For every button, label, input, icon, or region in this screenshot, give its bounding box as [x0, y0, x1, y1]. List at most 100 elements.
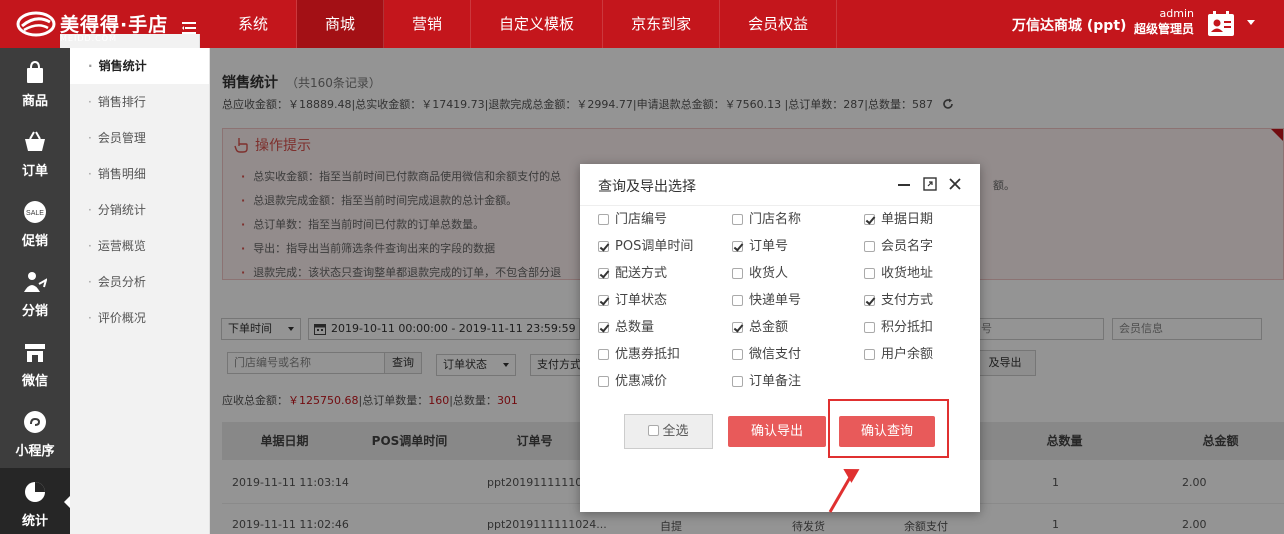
select-all-button[interactable]: 全选 — [624, 414, 713, 449]
sidebar-item-label: 商品 — [21, 94, 48, 109]
field-checkbox[interactable] — [732, 241, 743, 252]
sidebar-item[interactable]: 统计 — [0, 468, 70, 534]
field-label: 配送方式 — [615, 266, 668, 281]
field-checkbox[interactable] — [598, 322, 609, 333]
submenu-item[interactable]: 会员分析 — [70, 264, 209, 300]
submenu-item[interactable]: 会员管理 — [70, 120, 209, 156]
field-label: 总数量 — [615, 320, 655, 335]
field-label: 优惠券抵扣 — [615, 347, 681, 362]
sidebar-item[interactable]: 分销 — [0, 258, 70, 328]
person-share-icon — [24, 272, 47, 292]
field-label: 收货人 — [749, 266, 789, 281]
nav-item[interactable]: 京东到家 — [603, 0, 721, 48]
sub-menu: 销售统计销售排行会员管理销售明细分销统计运营概览会员分析评价概况 — [70, 48, 210, 534]
sidebar-item-label: 微信 — [21, 374, 48, 389]
field-checkbox[interactable] — [732, 322, 743, 333]
field-checkbox[interactable] — [864, 349, 875, 360]
user-name: admin — [1159, 7, 1194, 20]
sidebar-item[interactable]: 小程序 — [0, 398, 70, 468]
sidebar-item[interactable]: 商品 — [0, 48, 70, 118]
user-card-icon[interactable] — [1207, 11, 1235, 37]
store-name[interactable]: 万信达商城 (ppt) — [1012, 15, 1126, 35]
field-label: 支付方式 — [881, 293, 934, 308]
sidebar-item-label: 统计 — [21, 514, 48, 529]
brand-name: 美得得·手店 — [60, 14, 169, 36]
miniprogram-icon — [24, 411, 46, 433]
close-icon[interactable] — [947, 176, 963, 192]
top-bar: 美得得·手店 MEIDD.COM 系统 商城 营销 自定义模板 京东到家 会员权益 万信达… — [0, 0, 1284, 520]
field-checkbox[interactable] — [864, 214, 875, 225]
field-label: 微信支付 — [749, 347, 802, 362]
main-nav: 系统 商城 营销 自定义模板 京东到家 会员权益 — [210, 0, 838, 48]
sidebar-item-label: 订单 — [21, 164, 48, 179]
field-label: 订单状态 — [615, 293, 668, 308]
nav-item[interactable]: 系统 — [210, 0, 298, 48]
menu-toggle-icon[interactable] — [182, 22, 196, 34]
select-all-checkbox[interactable] — [648, 425, 660, 436]
svg-text:SALE: SALE — [26, 210, 44, 217]
field-label: 积分抵扣 — [881, 320, 934, 335]
highlight-box — [828, 399, 949, 458]
nav-item[interactable]: 商城 — [297, 0, 385, 48]
submenu-item[interactable]: 分销统计 — [70, 192, 209, 228]
maximize-icon[interactable] — [922, 176, 938, 192]
field-checkbox[interactable] — [598, 295, 609, 306]
field-checkbox[interactable] — [598, 214, 609, 225]
field-checkbox[interactable] — [598, 241, 609, 252]
query-export-dialog: 查询及导出选择 门店编号 门店名称 单据日期 POS调单时间 订单号 会员名字 配送方式 收货… — [580, 164, 980, 512]
dialog-header: 查询及导出选择 — [580, 164, 980, 206]
annotation-arrow-icon — [828, 469, 860, 513]
field-checkbox[interactable] — [864, 322, 875, 333]
field-checkbox[interactable] — [732, 376, 743, 387]
field-checkbox[interactable] — [732, 295, 743, 306]
field-checkbox[interactable] — [598, 349, 609, 360]
pie-chart-icon — [25, 482, 45, 502]
field-checkbox[interactable] — [732, 268, 743, 279]
field-checkbox[interactable] — [864, 295, 875, 306]
sidebar-item-label: 小程序 — [15, 444, 55, 459]
shop-icon — [25, 344, 45, 362]
sidebar-item[interactable]: 微信 — [0, 328, 70, 398]
field-label: 单据日期 — [881, 212, 934, 227]
left-sidebar: 商品订单 SALE 促销分销微信小程序统计 — [0, 48, 70, 534]
logo-swirl-icon — [16, 11, 56, 37]
logo[interactable]: 美得得·手店 MEIDD.COM — [16, 8, 206, 520]
field-checkbox[interactable] — [598, 268, 609, 279]
submenu-item[interactable]: 销售明细 — [70, 156, 209, 192]
user-role: 超级管理员 — [1133, 22, 1194, 36]
submenu-item[interactable]: 评价概况 — [70, 300, 209, 336]
sidebar-item-label: 促销 — [21, 234, 48, 249]
sidebar-item[interactable]: 订单 — [0, 118, 70, 188]
minimize-icon[interactable] — [896, 176, 912, 192]
user-dropdown-icon[interactable] — [1247, 20, 1255, 25]
submenu-item[interactable]: 销售排行 — [70, 84, 209, 120]
bag-icon — [27, 60, 43, 83]
sale-badge-icon: SALE — [24, 201, 46, 223]
field-checkbox[interactable] — [864, 268, 875, 279]
field-label: 快递单号 — [749, 293, 802, 308]
field-checkbox[interactable] — [732, 349, 743, 360]
field-label: POS调单时间 — [615, 239, 694, 254]
field-label: 收货地址 — [881, 266, 934, 281]
nav-item[interactable]: 营销 — [384, 0, 472, 48]
field-label: 优惠减价 — [615, 374, 668, 389]
confirm-export-button[interactable]: 确认导出 — [728, 416, 826, 447]
field-checkbox[interactable] — [732, 214, 743, 225]
submenu-item[interactable]: 运营概览 — [70, 228, 209, 264]
dialog-title: 查询及导出选择 — [598, 179, 696, 195]
select-all-label: 全选 — [662, 424, 689, 439]
field-label: 会员名字 — [881, 239, 934, 254]
submenu-item[interactable]: 销售统计 — [70, 48, 209, 84]
field-label: 订单备注 — [749, 374, 802, 389]
user-info[interactable]: admin 超级管理员 — [1130, 7, 1194, 37]
basket-icon — [25, 131, 45, 151]
nav-item[interactable]: 自定义模板 — [471, 0, 604, 48]
field-label: 门店名称 — [749, 212, 802, 227]
field-checkbox[interactable] — [864, 241, 875, 252]
sidebar-item[interactable]: SALE 促销 — [0, 188, 70, 258]
field-checkbox[interactable] — [598, 376, 609, 387]
field-label: 用户余额 — [881, 347, 934, 362]
field-label: 订单号 — [749, 239, 789, 254]
sidebar-item-label: 分销 — [21, 304, 48, 319]
nav-item[interactable]: 会员权益 — [720, 0, 838, 48]
